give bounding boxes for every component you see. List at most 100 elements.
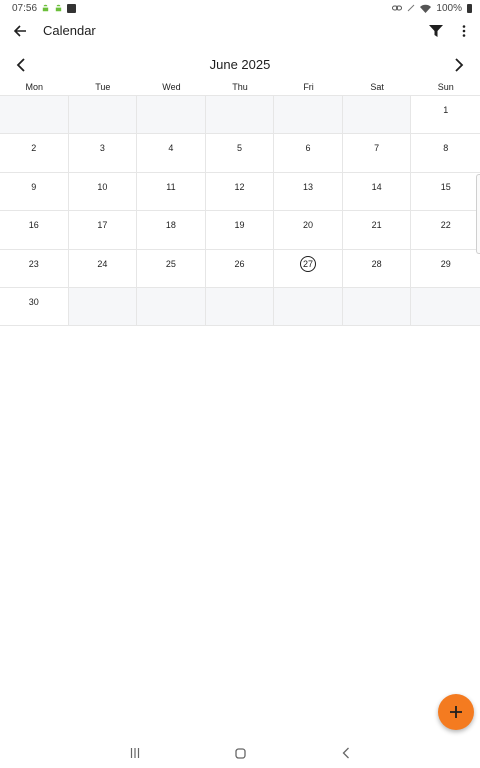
back-button[interactable] [8, 19, 32, 43]
day-cell[interactable]: 12 [205, 172, 275, 212]
day-cell[interactable]: 22 [411, 211, 480, 250]
day-number: 10 [97, 181, 108, 192]
empty-day-cell [205, 96, 275, 135]
android-icon [42, 4, 49, 11]
back-arrow-icon [13, 25, 26, 37]
empty-day-cell [205, 287, 275, 327]
no-signal-icon [408, 4, 415, 12]
day-cell[interactable]: 9 [0, 172, 69, 212]
day-number: 28 [371, 258, 382, 269]
day-cell[interactable]: 7 [342, 134, 412, 173]
chevron-right-icon [455, 58, 464, 72]
previous-month-button[interactable] [10, 54, 32, 76]
day-number: 29 [440, 258, 451, 269]
wifi-icon [420, 4, 432, 13]
day-number: 7 [374, 143, 380, 154]
day-cell[interactable]: 28 [342, 249, 412, 288]
status-right: 100% [392, 3, 472, 14]
empty-day-cell [411, 287, 480, 327]
day-cell[interactable]: 13 [274, 172, 343, 212]
day-number: 21 [371, 220, 382, 231]
status-bar: 07:56 100% [0, 0, 480, 16]
empty-day-cell [137, 287, 206, 327]
weekday-label: Sat [370, 82, 384, 92]
day-number: 11 [166, 181, 176, 192]
recent-apps-button[interactable] [127, 746, 143, 760]
page-title: Calendar [43, 23, 96, 38]
next-month-button[interactable] [448, 54, 470, 76]
empty-day-cell [274, 96, 343, 135]
day-cell[interactable]: 4 [137, 134, 206, 173]
weekday-label: Sun [437, 82, 454, 92]
day-number: 8 [443, 143, 449, 154]
day-cell-today[interactable]: 27 [274, 249, 343, 288]
day-number: 6 [305, 143, 311, 154]
empty-day-cell [68, 96, 138, 135]
calendar-grid: 1 2 3 4 5 6 7 8 9 10 11 12 13 14 15 16 17 18 19 20 21 22 23 24 2… [0, 96, 480, 327]
day-cell[interactable]: 2 [0, 134, 69, 173]
day-number: 20 [303, 220, 314, 231]
day-cell[interactable]: 11 [137, 172, 206, 212]
empty-day-cell [0, 96, 69, 135]
day-cell[interactable]: 21 [342, 211, 412, 250]
more-options-button[interactable] [452, 19, 476, 43]
day-cell[interactable]: 23 [0, 249, 69, 288]
weekday-label: Wed [162, 82, 181, 92]
day-cell[interactable]: 6 [274, 134, 343, 173]
day-cell[interactable]: 25 [137, 249, 206, 288]
empty-day-cell [68, 287, 138, 327]
day-number: 22 [440, 220, 451, 231]
home-button[interactable] [232, 745, 248, 761]
app-bar: Calendar [0, 16, 480, 46]
filter-button[interactable] [424, 19, 448, 43]
day-cell[interactable]: 16 [0, 211, 69, 250]
status-time: 07:56 [12, 2, 38, 14]
day-cell[interactable]: 17 [68, 211, 138, 250]
chevron-left-icon [16, 58, 25, 72]
day-cell[interactable]: 20 [274, 211, 343, 250]
day-number: 30 [28, 296, 39, 307]
empty-day-cell [342, 96, 412, 135]
day-cell[interactable]: 10 [68, 172, 138, 212]
day-cell[interactable]: 30 [0, 287, 69, 327]
day-cell[interactable]: 29 [411, 250, 480, 288]
plus-icon [450, 706, 462, 718]
battery-icon [467, 3, 472, 13]
weekday-label: Tue [95, 82, 111, 92]
link-icon [392, 5, 403, 11]
battery-label: 100% [436, 2, 462, 14]
day-cell[interactable]: 24 [68, 249, 138, 288]
android-icon [55, 4, 62, 11]
day-cell[interactable]: 15 [411, 173, 480, 212]
day-number: 25 [165, 258, 176, 269]
system-back-button[interactable] [338, 745, 354, 761]
day-number: 16 [28, 220, 39, 231]
day-cell[interactable]: 5 [205, 134, 275, 173]
day-number: 1 [443, 105, 449, 115]
empty-day-cell [342, 287, 412, 327]
notification-square-icon [67, 3, 77, 13]
add-event-button[interactable] [438, 694, 474, 730]
day-cell[interactable]: 14 [342, 172, 412, 212]
day-number: 26 [234, 258, 245, 269]
day-number: 15 [440, 181, 451, 192]
day-number: 27 [300, 255, 317, 272]
filter-icon [429, 25, 443, 37]
recent-apps-icon [130, 748, 140, 758]
weekday-label: Mon [25, 82, 44, 92]
day-number: 24 [97, 258, 108, 269]
day-number: 2 [31, 143, 37, 154]
home-icon [234, 747, 246, 759]
day-cell[interactable]: 3 [68, 134, 138, 173]
day-cell[interactable]: 18 [137, 211, 206, 250]
day-number: 4 [168, 143, 174, 154]
month-navigation: June 2025 [0, 52, 480, 76]
status-left: 07:56 [12, 2, 77, 14]
day-cell[interactable]: 26 [205, 249, 275, 288]
day-cell[interactable]: 8 [411, 134, 480, 173]
side-panel-handle[interactable] [476, 174, 480, 254]
day-cell[interactable]: 1 [411, 96, 480, 135]
day-cell[interactable]: 19 [205, 211, 275, 250]
empty-day-cell [137, 96, 206, 135]
day-number: 3 [99, 143, 105, 154]
